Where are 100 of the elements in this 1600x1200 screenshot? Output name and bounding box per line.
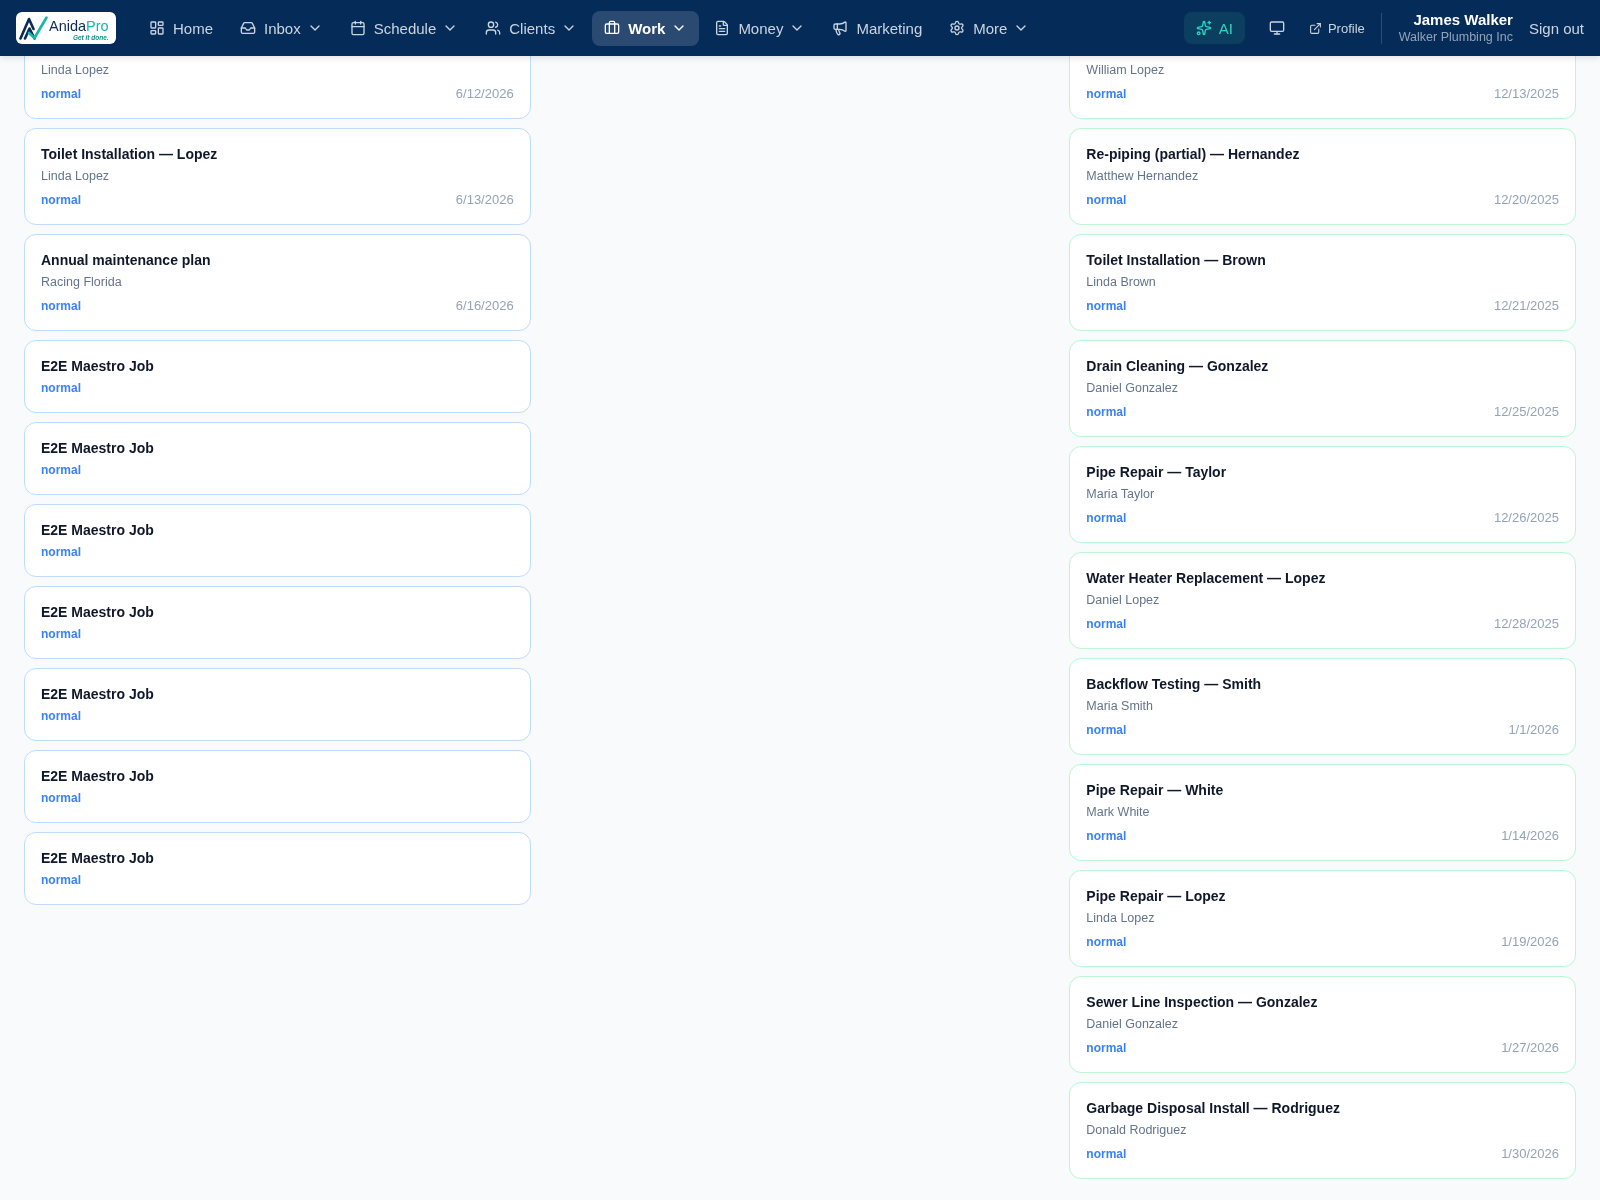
- job-card[interactable]: Annual maintenance plan Racing Florida normal 6/16/2026: [24, 234, 531, 331]
- due-date: 1/30/2026: [1501, 1146, 1559, 1162]
- priority-label: normal: [41, 790, 81, 806]
- job-title: Backflow Testing — Smith: [1086, 675, 1263, 694]
- priority-label: normal: [41, 86, 81, 102]
- due-date: 1/14/2026: [1501, 828, 1559, 844]
- job-card[interactable]: E2E Maestro Job normal: [24, 504, 531, 577]
- job-title: Pipe Repair — Lopez: [1086, 887, 1227, 906]
- job-title: Toilet Installation — Brown: [1086, 251, 1267, 270]
- gear-icon: [949, 20, 966, 36]
- job-card[interactable]: E2E Maestro Job normal: [24, 422, 531, 495]
- due-date: 1/1/2026: [1508, 722, 1559, 738]
- due-date: 12/20/2025: [1493, 192, 1559, 208]
- client-name: Linda Lopez: [41, 62, 111, 79]
- job-card[interactable]: Drain Cleaning — Gonzalez Daniel Gonzalez normal 12/25/2025: [1069, 340, 1576, 437]
- document-icon: [714, 20, 731, 36]
- job-title: Water Heater Replacement — Lopez: [1086, 569, 1327, 588]
- sign-out-button[interactable]: Sign out: [1528, 19, 1584, 37]
- job-title: E2E Maestro Job: [41, 357, 155, 376]
- job-title: E2E Maestro Job: [41, 767, 155, 786]
- due-date: 12/26/2025: [1493, 510, 1559, 526]
- calendar-icon: [349, 20, 366, 36]
- external-link-icon: [1308, 21, 1322, 35]
- priority-label: normal: [1086, 616, 1127, 632]
- nav-item[interactable]: Schedule: [337, 10, 471, 46]
- job-card[interactable]: William Lopez normal 12/13/2025: [1069, 56, 1576, 119]
- nav-item[interactable]: Home: [137, 10, 225, 46]
- priority-label: normal: [1086, 510, 1127, 526]
- priority-label: normal: [1086, 86, 1127, 102]
- job-card[interactable]: E2E Maestro Job normal: [24, 340, 531, 413]
- job-title: Pipe Repair — White: [1086, 781, 1225, 800]
- profile-link[interactable]: Profile: [1304, 20, 1369, 36]
- job-title: E2E Maestro Job: [41, 849, 155, 868]
- client-name: William Lopez: [1086, 62, 1166, 79]
- dashboard-icon: [149, 20, 165, 36]
- job-card[interactable]: Water Heater Replacement — Lopez Daniel Lopez normal 12/28/2025: [1069, 552, 1576, 649]
- company-name: Walker Plumbing Inc: [1398, 29, 1513, 45]
- priority-label: normal: [41, 298, 81, 314]
- due-date: 12/21/2025: [1493, 298, 1559, 314]
- job-title: Drain Cleaning — Gonzalez: [1086, 357, 1270, 376]
- client-name: Maria Taylor: [1086, 486, 1156, 503]
- briefcase-icon: [604, 20, 621, 36]
- nav-item[interactable]: Money: [702, 10, 818, 46]
- job-card[interactable]: Pipe Repair — Lopez Linda Lopez normal 1/19/2026: [1069, 870, 1576, 967]
- job-card[interactable]: Garbage Disposal Install — Rodriguez Donald Rodriguez normal 1/30/2026: [1069, 1082, 1576, 1179]
- client-name: Linda Brown: [1086, 274, 1157, 291]
- nav-item[interactable]: Clients: [473, 10, 590, 46]
- due-date: 6/12/2026: [455, 86, 514, 102]
- job-title: Re-piping (partial) — Hernandez: [1086, 145, 1301, 164]
- job-title: Garbage Disposal Install — Rodriguez: [1086, 1099, 1341, 1118]
- nav-item[interactable]: Marketing: [820, 10, 935, 46]
- job-card[interactable]: Toilet Installation — Lopez Linda Lopez normal 6/13/2026: [24, 128, 531, 225]
- job-card[interactable]: E2E Maestro Job normal: [24, 668, 531, 741]
- client-name: Racing Florida: [41, 274, 123, 291]
- job-card[interactable]: Pipe Repair — White Mark White normal 1/14/2026: [1069, 764, 1576, 861]
- priority-label: normal: [1086, 934, 1127, 950]
- client-name: Linda Lopez: [41, 168, 111, 185]
- nav-item[interactable]: Work: [592, 10, 700, 46]
- priority-label: normal: [41, 462, 81, 478]
- users-icon: [485, 20, 502, 36]
- priority-label: normal: [1086, 1146, 1127, 1162]
- monitor-icon: [1268, 20, 1285, 36]
- job-card[interactable]: Backflow Testing — Smith Maria Smith normal 1/1/2026: [1069, 658, 1576, 755]
- client-name: Matthew Hernandez: [1086, 168, 1200, 185]
- job-card[interactable]: Re-piping (partial) — Hernandez Matthew Hernandez normal 12/20/2025: [1069, 128, 1576, 225]
- job-title: Sewer Line Inspection — Gonzalez: [1086, 993, 1319, 1012]
- priority-label: normal: [1086, 722, 1127, 738]
- priority-label: normal: [41, 380, 81, 396]
- priority-label: normal: [1086, 404, 1127, 420]
- job-card[interactable]: Sewer Line Inspection — Gonzalez Daniel Gonzalez normal 1/27/2026: [1069, 976, 1576, 1073]
- priority-label: normal: [1086, 1040, 1127, 1056]
- priority-label: normal: [1086, 192, 1127, 208]
- user-name: James Walker: [1413, 11, 1513, 29]
- client-name: Daniel Gonzalez: [1086, 1016, 1180, 1033]
- client-name: Mark White: [1086, 804, 1151, 821]
- sparkle-icon: [1195, 20, 1212, 36]
- job-card[interactable]: E2E Maestro Job normal: [24, 750, 531, 823]
- client-name: Maria Smith: [1086, 698, 1154, 715]
- job-card[interactable]: Toilet Installation — Brown Linda Brown normal 12/21/2025: [1069, 234, 1576, 331]
- client-name: Daniel Gonzalez: [1086, 380, 1180, 397]
- job-title: Toilet Installation — Lopez: [41, 145, 219, 164]
- job-title: Annual maintenance plan: [41, 251, 212, 270]
- job-card[interactable]: E2E Maestro Job normal: [24, 586, 531, 659]
- job-title: E2E Maestro Job: [41, 439, 155, 458]
- job-title: E2E Maestro Job: [41, 521, 155, 540]
- due-date: 6/13/2026: [455, 192, 514, 208]
- nav-item[interactable]: More: [937, 10, 1042, 46]
- job-title: E2E Maestro Job: [41, 603, 155, 622]
- logo-wordmark: AnidaPro: [49, 18, 109, 34]
- ai-button[interactable]: AI: [1183, 12, 1245, 44]
- client-name: Daniel Lopez: [1086, 592, 1161, 609]
- priority-label: normal: [41, 872, 81, 888]
- job-card[interactable]: Linda Lopez normal 6/12/2026: [24, 56, 531, 119]
- job-card[interactable]: E2E Maestro Job normal: [24, 832, 531, 905]
- nav-item[interactable]: Inbox: [228, 10, 335, 46]
- priority-label: normal: [41, 708, 81, 724]
- priority-label: normal: [41, 544, 81, 560]
- priority-label: normal: [1086, 298, 1127, 314]
- job-card[interactable]: Pipe Repair — Taylor Maria Taylor normal 12/26/2025: [1069, 446, 1576, 543]
- due-date: 1/19/2026: [1501, 934, 1559, 950]
